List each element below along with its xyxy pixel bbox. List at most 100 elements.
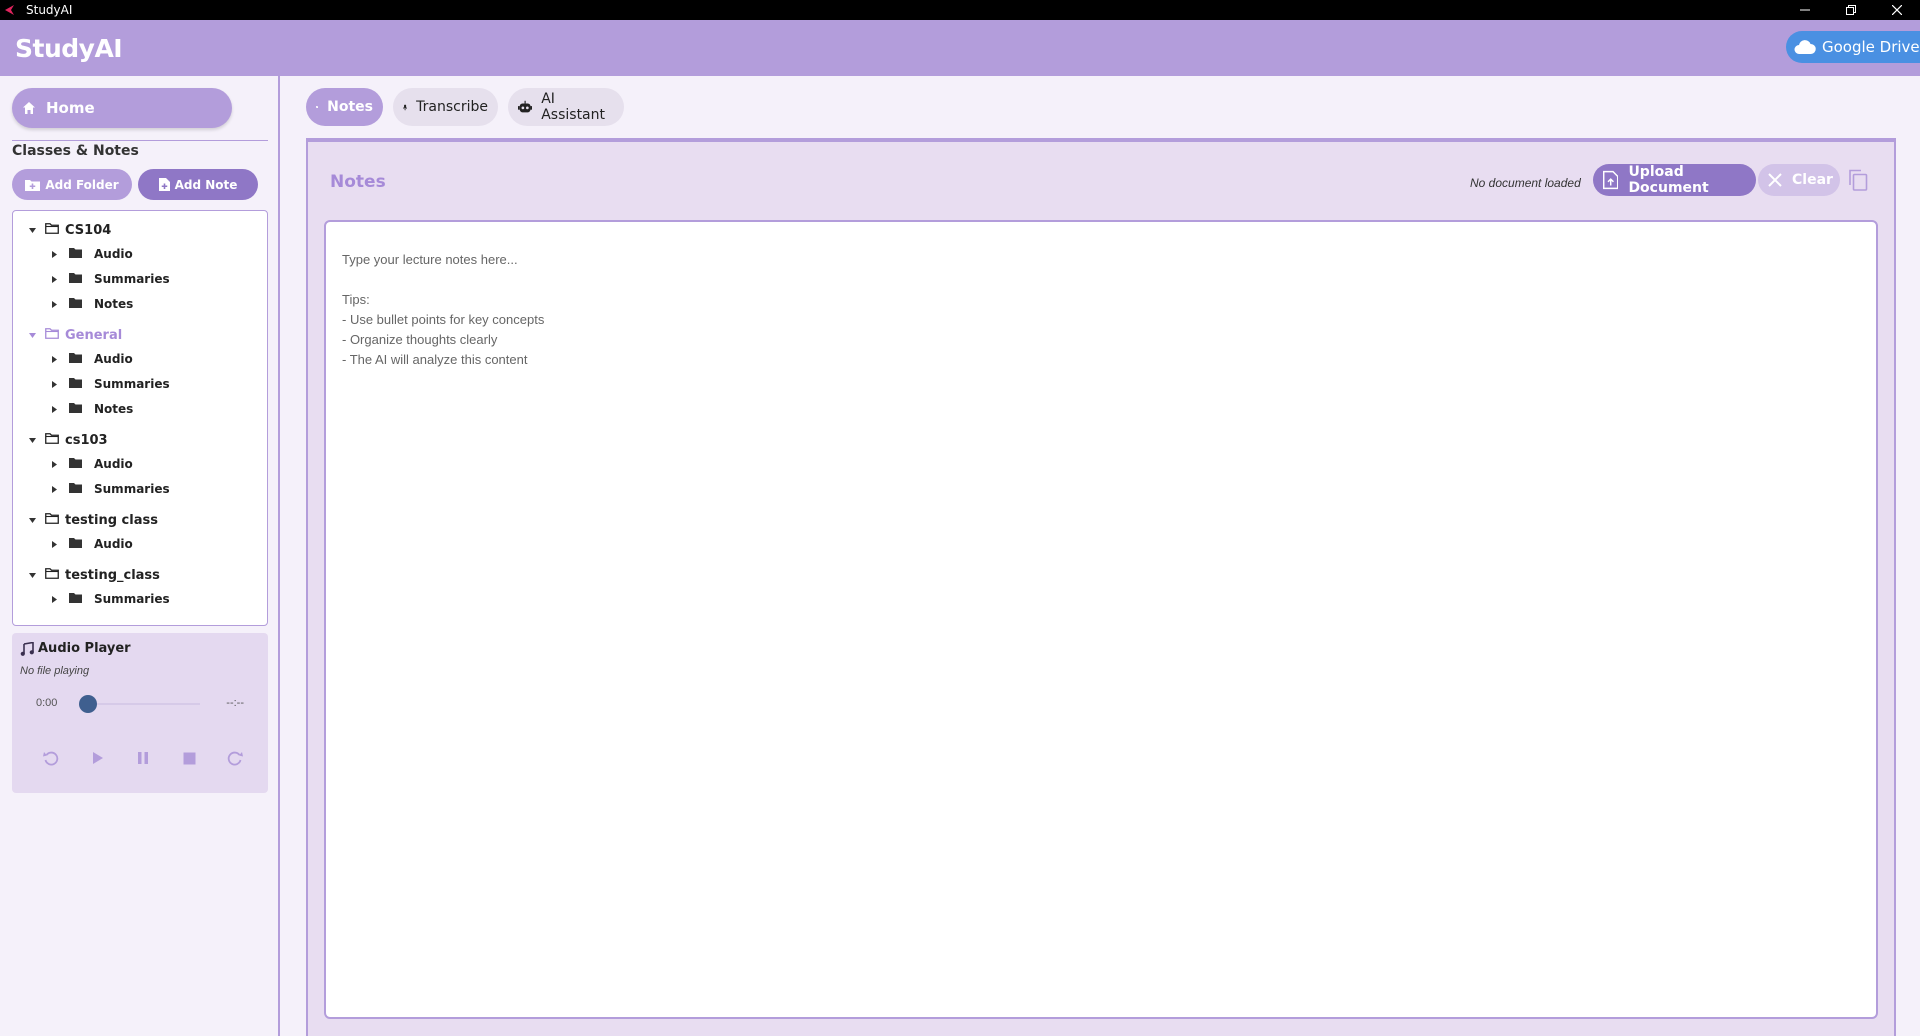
tree-label: cs103 xyxy=(65,432,108,448)
tree-label: Audio xyxy=(94,537,133,551)
clear-button[interactable]: Clear xyxy=(1758,164,1840,196)
forward-button[interactable] xyxy=(224,747,246,769)
caret-down-icon[interactable] xyxy=(27,435,37,445)
pause-button[interactable] xyxy=(132,747,154,769)
tree-label: General xyxy=(65,327,123,343)
folder-outline-icon xyxy=(45,512,59,528)
home-button[interactable]: Home xyxy=(12,88,232,128)
tree-folder-audio[interactable]: Audio xyxy=(13,349,133,369)
rewind-button[interactable] xyxy=(40,747,62,769)
file-upload-icon xyxy=(1603,170,1619,190)
caret-right-icon[interactable] xyxy=(49,404,59,414)
tree-folder-cs103[interactable]: cs103 xyxy=(13,430,108,450)
tree-folder-audio[interactable]: Audio xyxy=(13,534,133,554)
folder-icon xyxy=(69,272,82,286)
google-drive-button[interactable]: Google Drive xyxy=(1786,31,1920,63)
tree-folder-audio[interactable]: Audio xyxy=(13,244,133,264)
add-note-button[interactable]: Add Note xyxy=(138,169,258,200)
tree-folder-summaries[interactable]: Summaries xyxy=(13,479,170,499)
tab-ai-assistant[interactable]: AI Assistant xyxy=(508,88,624,126)
tree-folder-summaries[interactable]: Summaries xyxy=(13,269,170,289)
time-total: --:-- xyxy=(226,697,244,709)
tree-label: testing_class xyxy=(65,567,160,583)
folder-outline-icon xyxy=(45,222,59,238)
player-controls xyxy=(40,747,246,769)
google-drive-label: Google Drive xyxy=(1822,38,1920,56)
minimize-button[interactable] xyxy=(1782,0,1828,20)
close-window-button[interactable] xyxy=(1874,0,1920,20)
player-status: No file playing xyxy=(20,665,90,677)
tree-folder-testing-class-underscore[interactable]: testing_class xyxy=(13,565,160,585)
notes-panel: Notes No document loaded Upload Document… xyxy=(306,140,1896,1036)
tree-folder-testing-class[interactable]: testing class xyxy=(13,510,158,530)
caret-right-icon[interactable] xyxy=(49,459,59,469)
tab-transcribe[interactable]: Transcribe xyxy=(393,88,498,126)
tree-label: Summaries xyxy=(94,272,170,286)
caret-right-icon[interactable] xyxy=(49,299,59,309)
stop-button[interactable] xyxy=(178,747,200,769)
folder-outline-icon xyxy=(45,567,59,583)
robot-icon xyxy=(518,100,533,113)
seek-track[interactable] xyxy=(82,703,200,705)
time-current: 0:00 xyxy=(36,697,58,709)
home-label: Home xyxy=(46,99,95,117)
microphone-icon xyxy=(403,104,408,110)
tree-folder-cs104[interactable]: CS104 xyxy=(13,220,111,240)
panel-title: Notes xyxy=(330,172,386,192)
tree-label: Audio xyxy=(94,457,133,471)
folder-icon xyxy=(69,247,82,261)
caret-right-icon[interactable] xyxy=(49,354,59,364)
caret-right-icon[interactable] xyxy=(49,379,59,389)
tree-folder-general[interactable]: General xyxy=(13,325,122,345)
tree-label: Summaries xyxy=(94,592,170,606)
caret-down-icon[interactable] xyxy=(27,330,37,340)
tree-label: Notes xyxy=(94,297,134,311)
caret-down-icon[interactable] xyxy=(27,515,37,525)
restore-button[interactable] xyxy=(1828,0,1874,20)
tree-label: Audio xyxy=(94,352,133,366)
folder-icon xyxy=(69,592,82,606)
note-plus-icon xyxy=(158,178,170,191)
tab-notes[interactable]: Notes xyxy=(306,88,383,126)
folder-icon xyxy=(69,377,82,391)
folder-icon xyxy=(69,482,82,496)
window-title: StudyAI xyxy=(26,3,73,17)
tree-folder-notes[interactable]: Notes xyxy=(13,399,133,419)
minimize-icon xyxy=(1800,9,1810,11)
caret-down-icon[interactable] xyxy=(27,570,37,580)
seek-slider-knob[interactable] xyxy=(79,695,97,713)
tree-label: Summaries xyxy=(94,377,170,391)
tree-folder-summaries[interactable]: Summaries xyxy=(13,589,170,609)
caret-down-icon[interactable] xyxy=(27,225,37,235)
caret-right-icon[interactable] xyxy=(49,594,59,604)
os-title-bar: StudyAI xyxy=(0,0,1920,20)
folder-icon xyxy=(69,457,82,471)
pause-icon xyxy=(138,752,148,764)
app-logo-icon xyxy=(4,3,18,17)
upload-document-button[interactable]: Upload Document xyxy=(1593,164,1756,196)
add-folder-button[interactable]: Add Folder xyxy=(12,169,132,200)
add-folder-label: Add Folder xyxy=(45,177,119,192)
tree-folder-notes[interactable]: Notes xyxy=(13,294,133,314)
tree-folder-audio[interactable]: Audio xyxy=(13,454,133,474)
classes-notes-heading: Classes & Notes xyxy=(12,143,139,159)
audio-player-title: Audio Player xyxy=(20,641,131,656)
copy-icon xyxy=(1849,169,1868,191)
caret-right-icon[interactable] xyxy=(49,484,59,494)
tree-label: Summaries xyxy=(94,482,170,496)
folder-outline-icon xyxy=(45,432,59,448)
notes-textarea[interactable] xyxy=(326,222,1876,1017)
caret-right-icon[interactable] xyxy=(49,274,59,284)
notes-editor[interactable] xyxy=(324,220,1878,1019)
caret-right-icon[interactable] xyxy=(49,249,59,259)
main-tabs: Notes Transcribe AI Assistant xyxy=(306,88,634,126)
tree-folder-summaries[interactable]: Summaries xyxy=(13,374,170,394)
folder-plus-icon xyxy=(25,179,41,191)
add-note-label: Add Note xyxy=(174,177,238,192)
caret-right-icon[interactable] xyxy=(49,539,59,549)
folder-outline-icon xyxy=(45,327,59,343)
copy-button[interactable] xyxy=(1846,168,1870,192)
app-header: StudyAI Google Drive xyxy=(0,20,1920,76)
folder-icon xyxy=(69,537,82,551)
play-button[interactable] xyxy=(86,747,108,769)
